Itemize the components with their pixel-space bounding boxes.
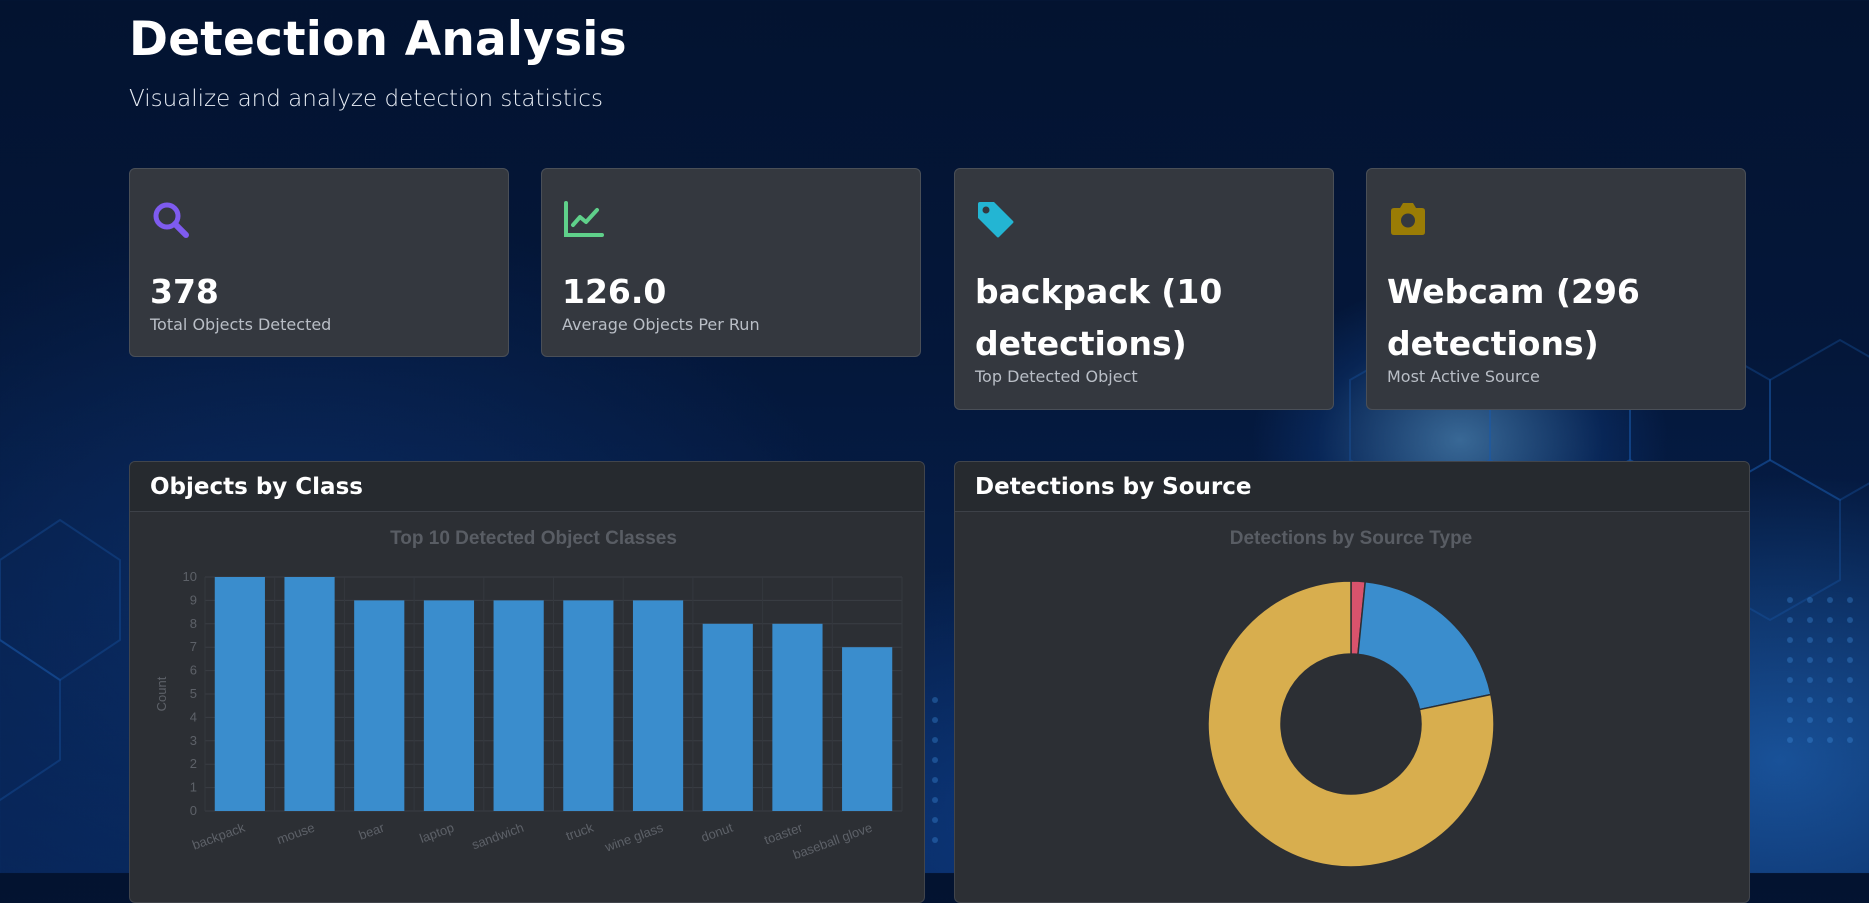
y-tick-label: 3 xyxy=(190,733,197,748)
chart-line-icon xyxy=(564,201,604,237)
page-subtitle: Visualize and analyze detection statisti… xyxy=(129,86,603,112)
stat-value: 126.0 xyxy=(562,272,667,311)
chart-title: Detections by Source Type xyxy=(1230,528,1473,549)
bar-laptop xyxy=(423,600,475,811)
y-tick-label: 7 xyxy=(190,639,197,654)
x-tick-label: donut xyxy=(699,820,735,845)
bar-donut xyxy=(702,623,753,811)
bar-mouse xyxy=(284,577,335,811)
chart-title: Top 10 Detected Object Classes xyxy=(390,528,677,549)
bar-sandwich xyxy=(493,600,544,811)
x-tick-label: bear xyxy=(357,819,387,842)
y-tick-label: 0 xyxy=(190,803,197,818)
objects-by-class-chart: Top 10 Detected Object Classes 0 1 2 3 4 5 6 7 8 9… xyxy=(154,528,903,863)
y-tick-label: 10 xyxy=(183,569,197,584)
stat-card-average-objects: 126.0 Average Objects Per Run xyxy=(541,168,921,357)
stat-label: Average Objects Per Run xyxy=(562,315,760,334)
search-icon xyxy=(153,202,189,238)
camera-icon xyxy=(1391,203,1425,235)
stat-value: 378 xyxy=(150,272,219,311)
stat-card-top-object: backpack (10 detections) Top Detected Ob… xyxy=(954,168,1334,410)
stat-value: Webcam (296 detections) xyxy=(1387,272,1640,363)
y-tick-label: 5 xyxy=(190,686,197,701)
y-tick-label: 4 xyxy=(190,709,197,724)
page-title: Detection Analysis xyxy=(129,12,627,67)
stat-value: backpack (10 detections) xyxy=(975,272,1223,363)
x-tick-label: backpack xyxy=(190,820,247,853)
y-axis-label: Count xyxy=(154,676,169,711)
bar-bear xyxy=(354,600,405,811)
y-tick-label: 2 xyxy=(190,756,197,771)
detection-analysis-page: Detection Analysis Visualize and analyze… xyxy=(0,0,1869,903)
panel-title: Objects by Class xyxy=(130,462,924,512)
stat-card-total-objects: 378 Total Objects Detected xyxy=(129,168,509,357)
x-tick-label: mouse xyxy=(275,820,317,847)
x-tick-label: sandwich xyxy=(470,820,526,853)
x-tick-label: toaster xyxy=(762,819,805,847)
bar-wine-glass xyxy=(632,600,684,811)
bar-backpack xyxy=(214,577,265,811)
y-tick-label: 9 xyxy=(190,592,197,607)
doughnut-slice-1 xyxy=(1357,580,1492,711)
x-tick-label: baseball glove xyxy=(791,820,874,863)
x-tick-label: wine glass xyxy=(602,820,666,855)
stat-card-active-source: Webcam (296 detections) Most Active Sour… xyxy=(1366,168,1746,410)
y-tick-label: 8 xyxy=(190,616,197,631)
bar-baseball-glove xyxy=(842,647,893,811)
bar-toaster xyxy=(772,623,823,811)
y-tick-label: 1 xyxy=(190,780,197,795)
detections-by-source-panel: Detections by Source Detections by Sourc… xyxy=(954,461,1750,903)
panel-title: Detections by Source xyxy=(955,462,1749,512)
bar-truck xyxy=(563,600,614,811)
objects-by-class-panel: Objects by Class Top 10 Detected Object … xyxy=(129,461,925,903)
stat-label: Total Objects Detected xyxy=(150,315,332,334)
x-tick-label: truck xyxy=(564,820,596,844)
x-tick-label: laptop xyxy=(418,820,456,846)
y-tick-label: 6 xyxy=(190,663,197,678)
tag-icon xyxy=(978,202,1014,238)
detections-by-source-chart: Detections by Source Type xyxy=(1207,528,1495,868)
